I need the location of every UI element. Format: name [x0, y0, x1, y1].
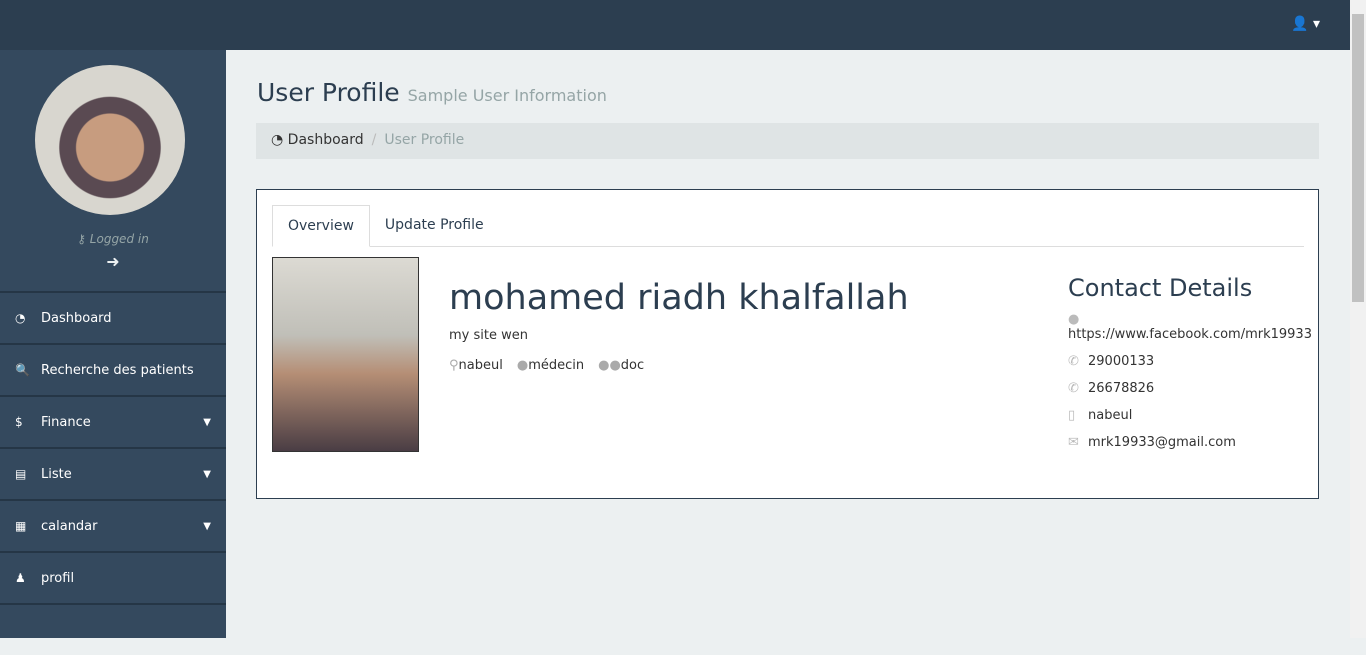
contact-phone-1: 29000133 [1088, 354, 1155, 369]
calendar-icon: ▦ [15, 519, 27, 533]
caret-down-icon: ▼ [203, 520, 211, 532]
profile-tabs: Overview Update Profile [272, 205, 1304, 247]
profile-name: mohamed riadh khalfallah [449, 278, 909, 318]
sidebar: ⚷ Logged in ➜ ◔ Dashboard 🔍 Recherche des p… [0, 50, 226, 638]
breadcrumb-current: User Profile [384, 132, 465, 148]
sidebar-item-label: Liste [41, 466, 72, 482]
contact-address: nabeul [1088, 408, 1133, 423]
sidebar-item-finance[interactable]: $ Finance ▼ [0, 395, 226, 447]
profile-group: doc [620, 358, 645, 373]
sidebar-item-label: Dashboard [41, 310, 112, 326]
sidebar-item-label: Finance [41, 414, 91, 430]
group-icon: ●● [598, 358, 621, 373]
avatar [35, 65, 185, 215]
scrollbar-thumb[interactable] [1352, 14, 1364, 302]
sidebar-item-liste[interactable]: ▤ Liste ▼ [0, 447, 226, 499]
search-icon: 🔍 [15, 363, 30, 377]
dashboard-icon: ◔ [15, 311, 26, 325]
caret-down-icon: ▼ [203, 416, 211, 428]
page-title: User Profile Sample User Information [257, 78, 607, 107]
sidebar-menu: ◔ Dashboard 🔍 Recherche des patients $ Financ… [0, 291, 226, 655]
profile-role: médecin [528, 358, 585, 373]
globe-icon: ● [1068, 312, 1080, 327]
page-subtitle: Sample User Information [407, 86, 607, 105]
sidebar-item-label: profil [41, 570, 75, 586]
map-marker-icon: ⚲ [449, 358, 459, 373]
building-icon: ▯ [1068, 408, 1076, 423]
dollar-icon: $ [15, 415, 23, 429]
caret-down-icon: ▼ [203, 468, 211, 480]
logout-icon[interactable]: ➜ [0, 252, 226, 271]
person-icon: ♟ [15, 571, 26, 585]
login-status: ⚷ Logged in [0, 232, 226, 246]
contact-details: Contact Details ● https://www.facebook.co… [1068, 274, 1328, 462]
tab-update-profile[interactable]: Update Profile [370, 205, 499, 246]
sidebar-item-calandar[interactable]: ▦ calandar ▼ [0, 499, 226, 551]
profile-site: my site wen [449, 328, 528, 343]
contact-phone-2: 26678826 [1088, 381, 1155, 396]
scrollbar[interactable] [1350, 0, 1366, 638]
sidebar-divider [0, 603, 226, 655]
user-menu-button[interactable]: 👤 ▾ [1291, 16, 1320, 32]
dashboard-icon: ◔ [271, 132, 284, 148]
contact-website[interactable]: https://www.facebook.com/mrk19933 [1068, 327, 1312, 342]
user-icon: ● [516, 358, 529, 373]
top-navbar: 👤 ▾ [0, 0, 1350, 50]
contact-title: Contact Details [1068, 274, 1253, 302]
logged-in-label: Logged in [89, 232, 149, 246]
profile-photo [272, 257, 419, 452]
user-icon: 👤 [1291, 16, 1309, 32]
breadcrumb-dashboard[interactable]: Dashboard [288, 132, 364, 148]
tab-overview[interactable]: Overview [272, 205, 370, 247]
sidebar-item-profil[interactable]: ♟ profil [0, 551, 226, 603]
chevron-down-icon: ▾ [1312, 16, 1320, 32]
list-icon: ▤ [15, 467, 27, 481]
sidebar-item-label: calandar [41, 518, 98, 534]
breadcrumb: ◔ Dashboard / User Profile [256, 123, 1319, 159]
sidebar-item-dashboard[interactable]: ◔ Dashboard [0, 291, 226, 343]
profile-tags: ⚲nabeul ●médecin ●●doc [449, 358, 644, 373]
envelope-icon: ✉ [1068, 435, 1079, 450]
contact-email[interactable]: mrk19933@gmail.com [1088, 435, 1236, 450]
phone-icon: ✆ [1068, 354, 1079, 369]
sidebar-item-recherche[interactable]: 🔍 Recherche des patients [0, 343, 226, 395]
page-title-text: User Profile [257, 78, 400, 107]
profile-location: nabeul [458, 358, 503, 373]
sidebar-item-label: Recherche des patients [41, 362, 194, 378]
phone-icon: ✆ [1068, 381, 1079, 396]
key-icon: ⚷ [77, 232, 86, 246]
profile-panel: Overview Update Profile mohamed riadh kh… [256, 189, 1319, 499]
